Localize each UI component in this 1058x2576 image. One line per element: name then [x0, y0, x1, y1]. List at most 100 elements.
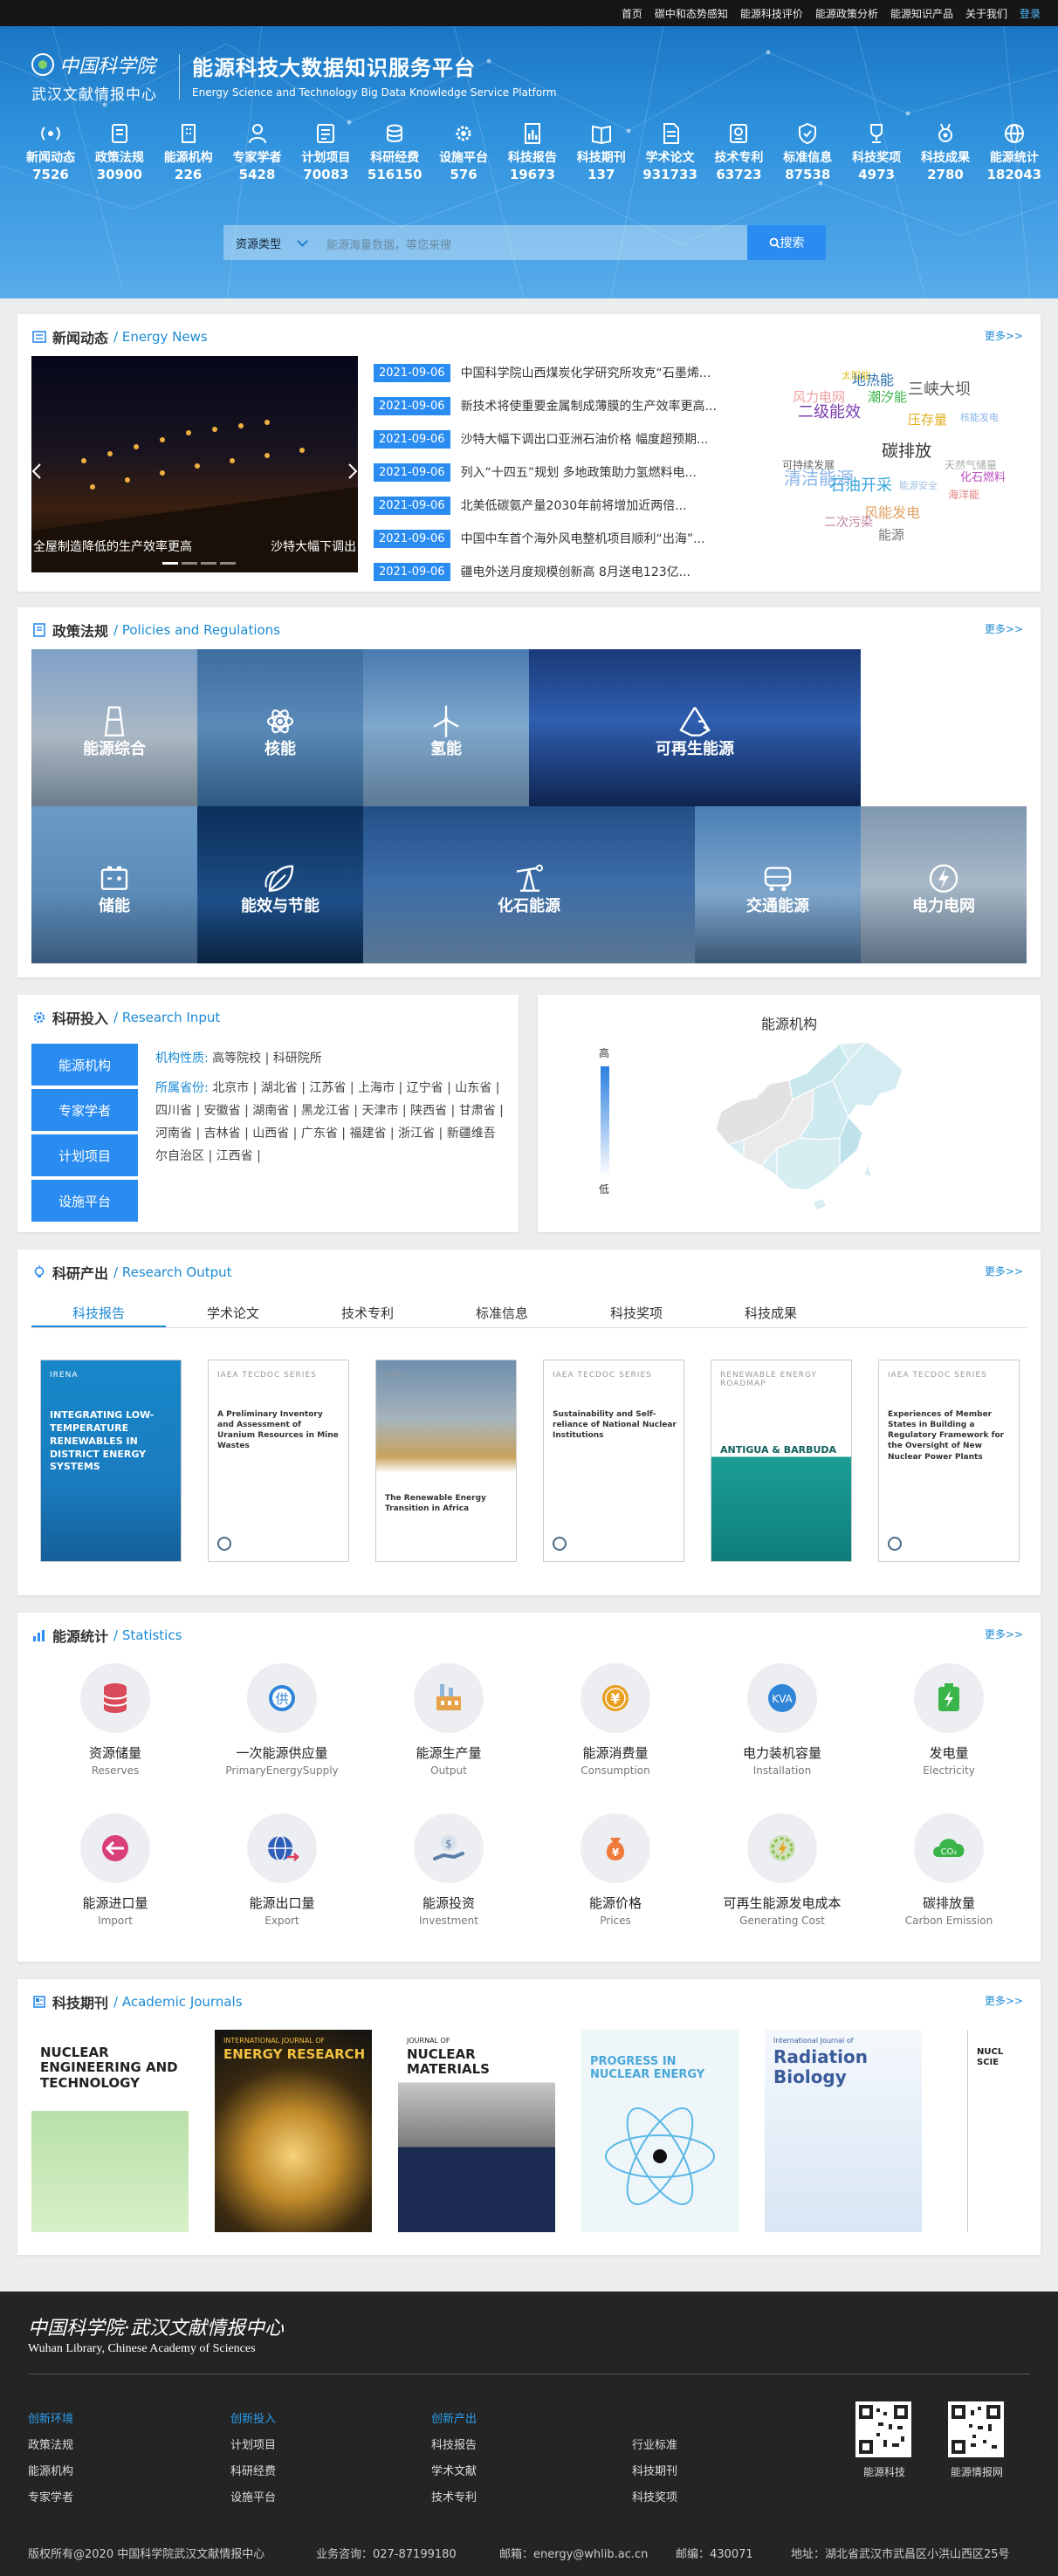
output-tab[interactable]: 科技成果 — [704, 1300, 838, 1327]
policy-more-link[interactable]: 更多>> — [985, 621, 1023, 636]
journal-cover[interactable]: JOURNAL OF NUCLEAR MATERIALS — [398, 2030, 555, 2232]
category-coins[interactable]: 科研经费 516150 — [361, 120, 428, 182]
category-network[interactable]: 能源统计 182043 — [981, 120, 1048, 182]
cloud-keyword[interactable]: 二次污染 — [824, 513, 873, 531]
output-tab[interactable]: 标准信息 — [435, 1300, 569, 1327]
stat-bulb-cost[interactable]: 可再生能源发电成本 Generating Cost — [708, 1813, 856, 1927]
footer-link[interactable]: 政策法规 — [28, 2433, 73, 2459]
policy-tile-atom[interactable]: 核能 — [197, 649, 363, 806]
category-shield[interactable]: 标准信息 87538 — [774, 120, 841, 182]
top-nav-item[interactable]: 碳中和态势感知 — [655, 6, 728, 21]
cloud-keyword[interactable]: 太阳能 — [842, 368, 870, 382]
report-cover[interactable]: IAEA TECDOC SERIES Sustainability and Sel… — [543, 1360, 684, 1562]
cloud-keyword[interactable]: 压存量 — [908, 410, 947, 428]
cloud-keyword[interactable]: 能源安全 — [899, 478, 938, 492]
news-list-item[interactable]: 2021-09-06 沙特大幅下调出口亚洲石油价格 幅度超预期... — [374, 422, 765, 456]
category-user[interactable]: 专家学者 5428 — [224, 120, 291, 182]
journal-cover[interactable]: PROGRESS IN NUCLEAR ENERGY — [581, 2030, 739, 2232]
policy-tile-power[interactable]: 电力电网 — [861, 806, 1027, 963]
policy-tile-oil-pump[interactable]: 化石能源 — [363, 806, 695, 963]
search-button[interactable]: 搜索 — [747, 225, 826, 260]
policy-tile-tower[interactable]: 能源综合 — [31, 649, 197, 806]
footer-link[interactable]: 科技报告 — [431, 2433, 477, 2459]
cloud-keyword[interactable]: 三峡大坝 — [908, 377, 971, 400]
footer-link[interactable]: 设施平台 — [230, 2485, 276, 2511]
output-tab[interactable]: 技术专利 — [300, 1300, 435, 1327]
cloud-keyword[interactable]: 潮汐能 — [868, 387, 907, 406]
cloud-keyword[interactable]: 海洋能 — [948, 487, 979, 502]
journal-cover[interactable]: INTERNATIONAL JOURNAL OF ENERGY RESEARCH — [215, 2030, 372, 2232]
stat-money-bag[interactable]: ¥ 能源价格 Prices — [541, 1813, 690, 1927]
news-list-item[interactable]: 2021-09-06 新技术将使重要金属制成薄膜的生产效率更高... — [374, 389, 765, 422]
journals-more-link[interactable]: 更多>> — [985, 1993, 1023, 2008]
institution-nature-options[interactable]: 高等院校 | 科研院所 — [212, 1052, 322, 1065]
output-tab[interactable]: 科技报告 — [31, 1300, 166, 1327]
journal-cover[interactable]: NUCLEAR ENGINEERING AND TECHNOLOGY — [31, 2030, 189, 2232]
journal-cover[interactable]: International Journal of Radiation Biolog… — [765, 2030, 922, 2232]
news-list-item[interactable]: 2021-09-06 北美低碳氨产量2030年前将增加近两倍... — [374, 489, 765, 522]
footer-link[interactable]: 计划项目 — [230, 2433, 276, 2459]
stat-database[interactable]: 资源储量 Reserves — [41, 1663, 189, 1777]
stat-investment[interactable]: $ 能源投资 Investment — [374, 1813, 523, 1927]
footer-link[interactable]: 科技期刊 — [632, 2459, 677, 2485]
footer-link[interactable]: 学术文献 — [431, 2459, 477, 2485]
stat-co2-cloud[interactable]: CO₂ 碳排放量 Carbon Emission — [875, 1813, 1023, 1927]
cloud-keyword[interactable]: 石油开采 — [829, 473, 892, 496]
footer-link[interactable]: 科技奖项 — [632, 2485, 677, 2511]
footer-link[interactable]: 技术专利 — [431, 2485, 477, 2511]
category-broadcast[interactable]: 新闻动态 7526 — [17, 120, 84, 182]
journal-cover[interactable]: NUCL SCIE — [967, 2030, 1013, 2232]
report-cover[interactable]: IAEA TECDOC SERIES A Preliminary Inventor… — [208, 1360, 349, 1562]
report-cover[interactable]: IAEA TECDOC SERIES Experiences of Member … — [878, 1360, 1020, 1562]
category-paper[interactable]: 学术论文 931733 — [637, 120, 704, 182]
category-book[interactable]: 科技期刊 137 — [568, 120, 635, 182]
top-nav-item[interactable]: 能源科技评价 — [740, 6, 803, 21]
china-map[interactable] — [709, 1035, 918, 1215]
category-list[interactable]: 计划项目 70083 — [292, 120, 359, 182]
category-law[interactable]: 政策法规 30900 — [86, 120, 153, 182]
cloud-keyword[interactable]: 核能发电 — [960, 410, 999, 424]
cloud-keyword[interactable]: 能源 — [878, 525, 904, 544]
policy-tile-leaf[interactable]: 能效与节能 — [197, 806, 363, 963]
output-tab[interactable]: 科技奖项 — [569, 1300, 704, 1327]
category-trophy[interactable]: 科技奖项 4973 — [843, 120, 910, 182]
output-more-link[interactable]: 更多>> — [985, 1264, 1023, 1278]
news-more-link[interactable]: 更多>> — [985, 328, 1023, 343]
news-list-item[interactable]: 2021-09-06 列入“十四五”规划 多地政策助力氢燃料电... — [374, 456, 765, 489]
news-list-item[interactable]: 2021-09-06 中国科学院山西煤炭化学研究所攻克“石墨烯... — [374, 356, 765, 389]
output-tab[interactable]: 学术论文 — [166, 1300, 300, 1327]
login-link[interactable]: 登录 — [1020, 6, 1041, 21]
report-cover[interactable]: KfW The Renewable Energy Transition in Af… — [375, 1360, 517, 1562]
cas-brand[interactable]: 中国科学院 武汉文献情报中心 — [31, 51, 180, 104]
policy-tile-recycle[interactable]: 可再生能源 — [529, 649, 861, 806]
cloud-keyword[interactable]: 碳排放 — [882, 438, 931, 462]
category-building[interactable]: 能源机构 226 — [155, 120, 222, 182]
research-input-button[interactable]: 专家学者 — [31, 1089, 138, 1131]
policy-tile-wind-turbine[interactable]: 氢能 — [363, 649, 529, 806]
policy-tile-train[interactable]: 交通能源 — [695, 806, 861, 963]
resource-type-select[interactable]: 资源类型 — [236, 235, 306, 251]
top-nav-item[interactable]: 关于我们 — [965, 6, 1007, 21]
footer-link[interactable]: 科研经费 — [230, 2459, 276, 2485]
stat-yen-coin[interactable]: ¥ 能源消费量 Consumption — [541, 1663, 690, 1777]
stat-kva[interactable]: KVA 电力装机容量 Installation — [708, 1663, 856, 1777]
category-report[interactable]: 科技报告 19673 — [499, 120, 566, 182]
news-carousel[interactable]: 全屋制造降低的生产效率更高 沙特大幅下调出 — [31, 356, 358, 572]
category-patent[interactable]: 技术专利 63723 — [705, 120, 772, 182]
category-medal[interactable]: 科技成果 2780 — [912, 120, 979, 182]
report-cover[interactable]: IRENA INTEGRATING LOW-TEMPERATURE RENEWAB… — [40, 1360, 182, 1562]
top-nav-item[interactable]: 首页 — [622, 6, 642, 21]
footer-link[interactable]: 专家学者 — [28, 2485, 73, 2511]
footer-link[interactable]: 行业标准 — [632, 2433, 677, 2459]
category-gear[interactable]: 设施平台 576 — [430, 120, 497, 182]
news-list-item[interactable]: 2021-09-06 中国中车首个海外风电整机项目顺利“出海”... — [374, 522, 765, 555]
cloud-keyword[interactable]: 二级能效 — [798, 400, 861, 422]
search-input[interactable]: 能源海量数据，等您来搜 — [326, 236, 451, 252]
stat-battery-charge[interactable]: 发电量 Electricity — [875, 1663, 1023, 1777]
news-list-item[interactable]: 2021-09-06 疆电外送月度规模创新高 8月送电123亿... — [374, 555, 765, 588]
research-input-button[interactable]: 能源机构 — [31, 1044, 138, 1086]
statistics-more-link[interactable]: 更多>> — [985, 1627, 1023, 1641]
stat-factory[interactable]: 能源生产量 Output — [374, 1663, 523, 1777]
top-nav-item[interactable]: 能源知识产品 — [890, 6, 953, 21]
research-input-button[interactable]: 计划项目 — [31, 1134, 138, 1176]
